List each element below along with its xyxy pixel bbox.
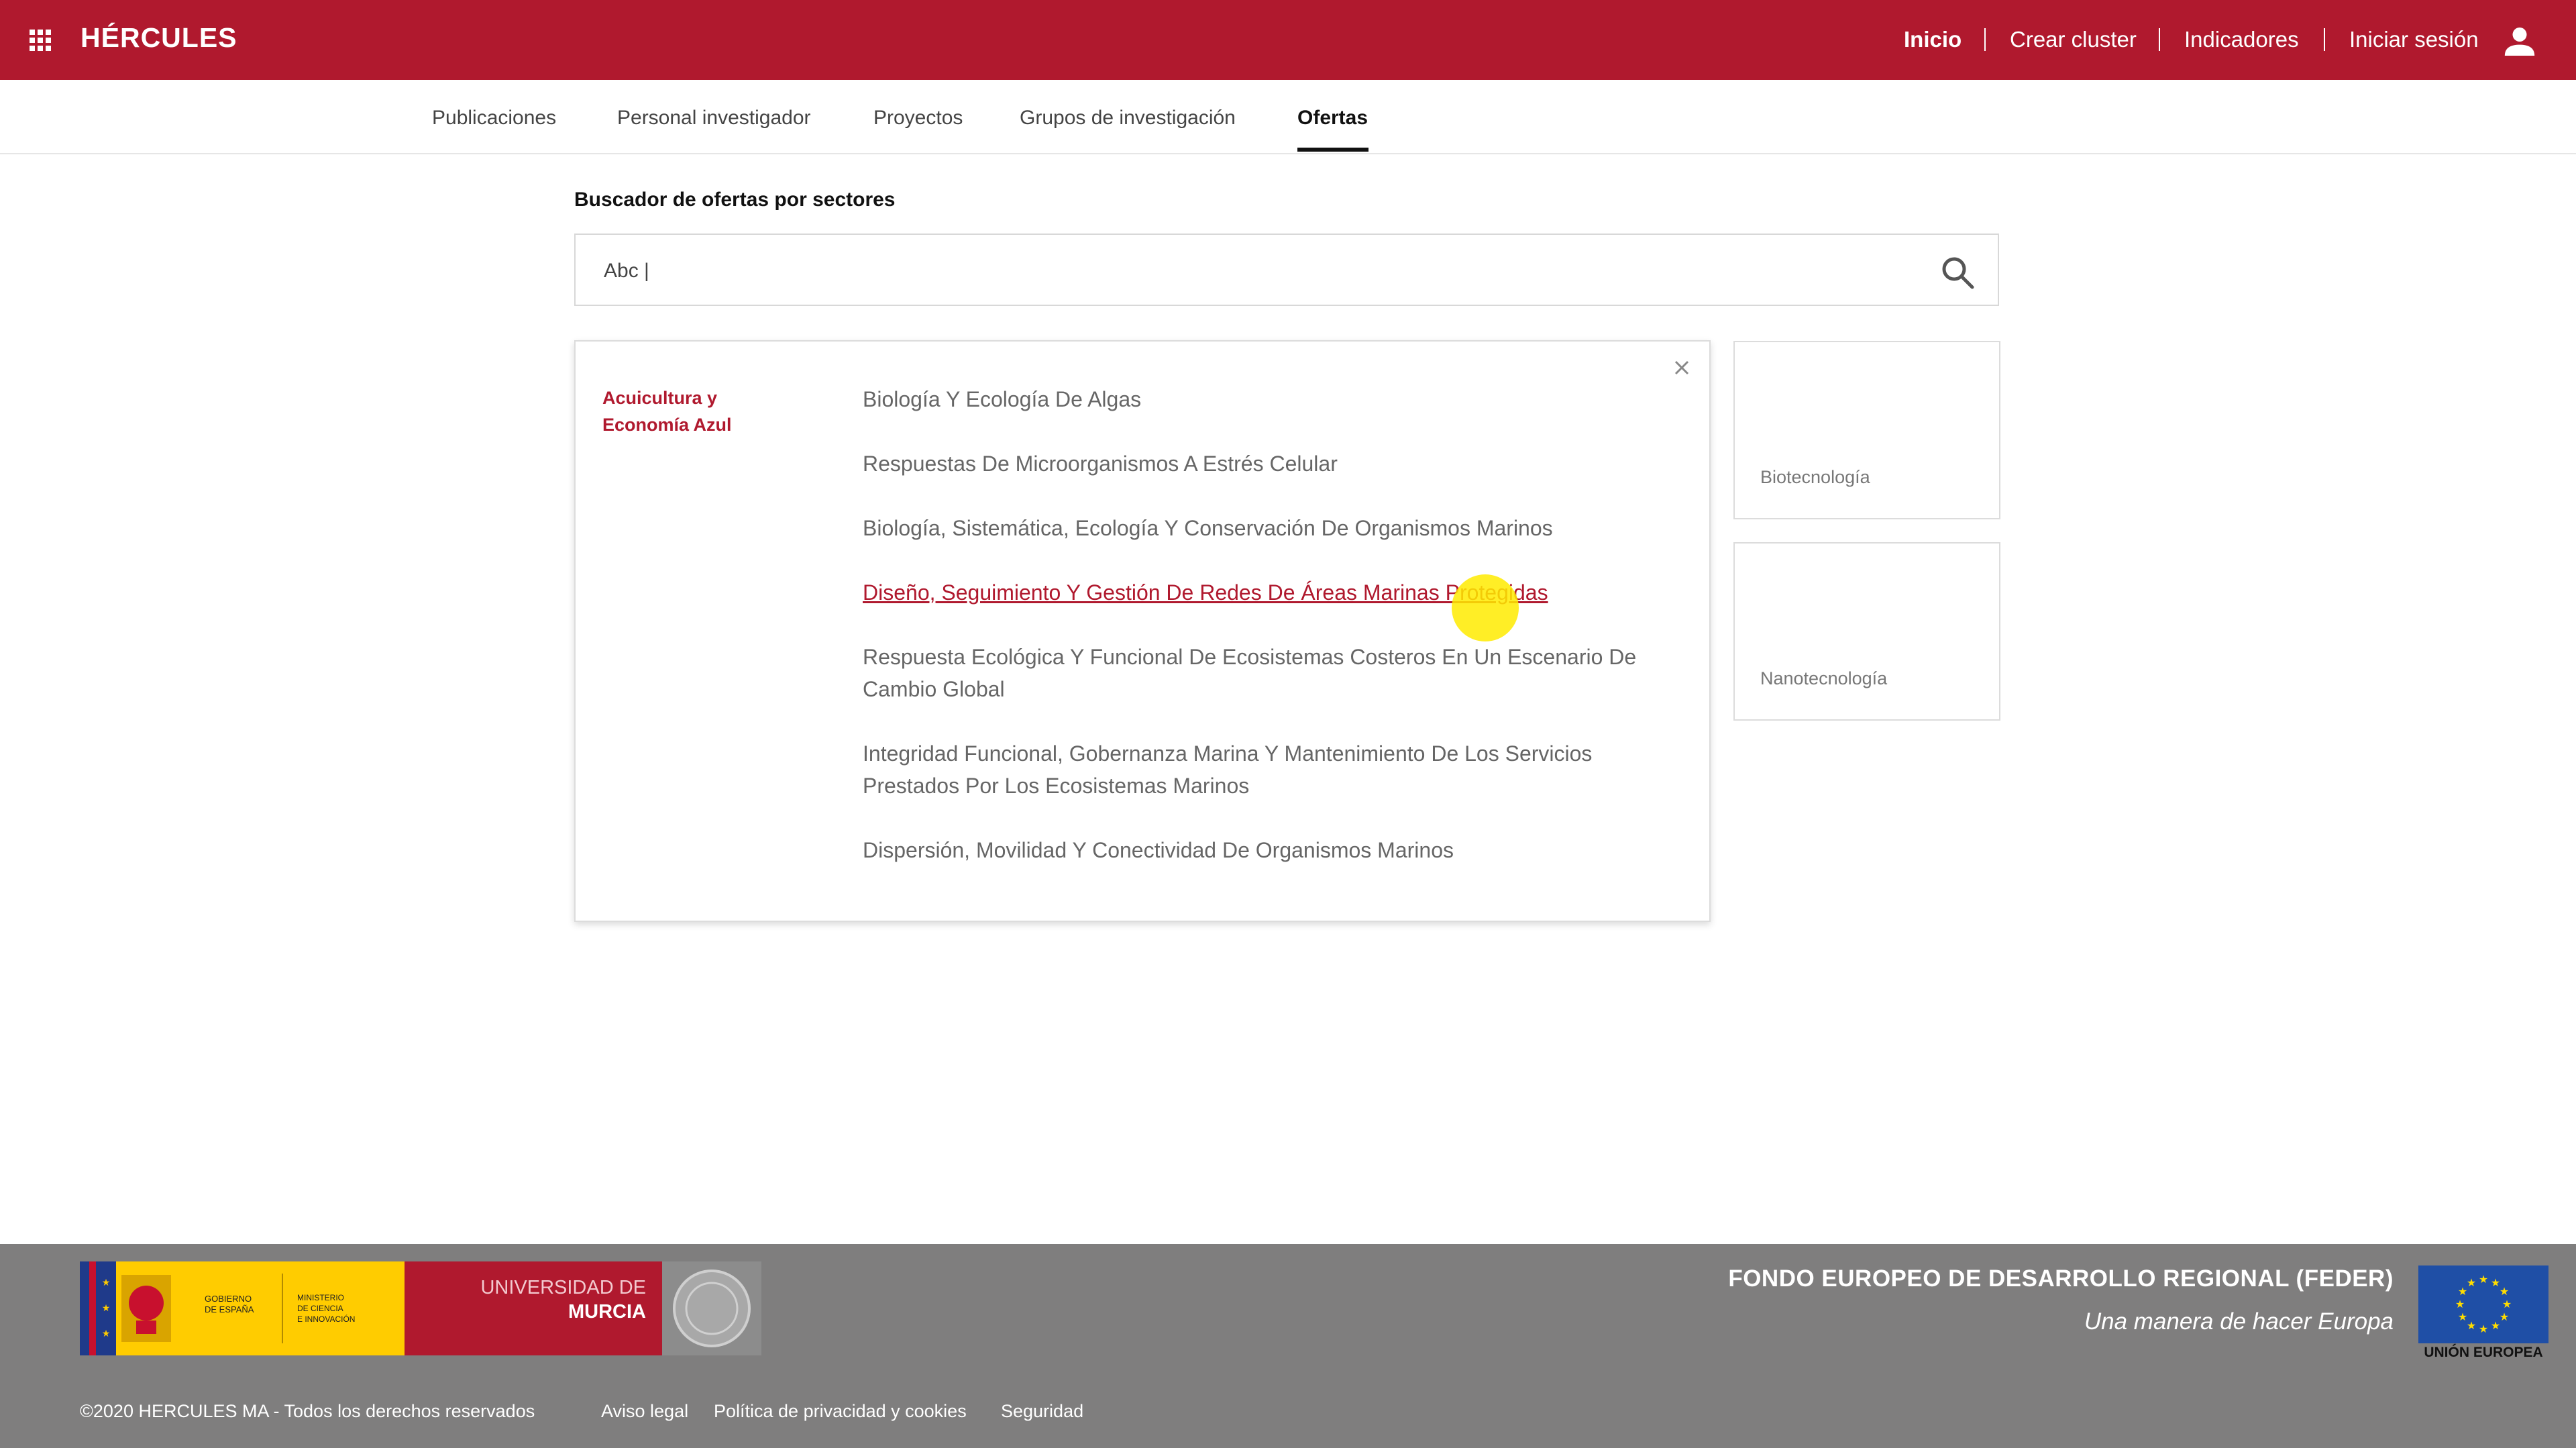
svg-text:★: ★ [2455, 1298, 2465, 1310]
subsector-item[interactable]: Respuestas De Microorganismos A Estrés C… [863, 448, 1668, 480]
svg-text:MURCIA: MURCIA [568, 1301, 646, 1323]
svg-text:★: ★ [2479, 1273, 2488, 1286]
subsector-item-hovered[interactable]: Diseño, Seguimiento Y Gestión De Redes D… [863, 576, 1668, 609]
tab-ofertas[interactable]: Ofertas [1297, 107, 1368, 130]
search-icon[interactable] [1940, 255, 1975, 290]
subsector-item[interactable]: Biología Y Ecología De Algas [863, 383, 1668, 415]
tab-proyectos[interactable]: Proyectos [873, 107, 963, 130]
subsector-item[interactable]: Integridad Funcional, Gobernanza Marina … [863, 737, 1668, 802]
apps-grid-icon[interactable] [28, 28, 52, 52]
svg-text:DE CIENCIA: DE CIENCIA [297, 1304, 343, 1313]
svg-text:★: ★ [2491, 1319, 2500, 1332]
search-title: Buscador de ofertas por sectores [574, 189, 896, 211]
footer-link-privacidad[interactable]: Política de privacidad y cookies [714, 1401, 967, 1422]
nav-separator [1984, 28, 1986, 51]
svg-text:★: ★ [2467, 1276, 2476, 1289]
svg-text:★: ★ [2467, 1319, 2476, 1332]
footer-link-seguridad[interactable]: Seguridad [1001, 1401, 1083, 1422]
feder-subtitle: Una manera de hacer Europa [2084, 1308, 2394, 1335]
top-bar: HÉRCULES Inicio Crear cluster Indicadore… [0, 0, 2576, 80]
nav-separator [2159, 28, 2160, 51]
tab-grupos-investigacion[interactable]: Grupos de investigación [1020, 107, 1236, 130]
user-icon[interactable] [2501, 23, 2538, 60]
subsector-item[interactable]: Biología, Sistemática, Ecología Y Conser… [863, 512, 1668, 544]
close-icon[interactable] [1672, 358, 1692, 378]
brand-logo-text[interactable]: HÉRCULES [80, 22, 237, 54]
svg-text:★: ★ [2500, 1310, 2509, 1323]
subsector-item[interactable]: Respuesta Ecológica Y Funcional De Ecosi… [863, 641, 1668, 705]
nav-separator [2324, 28, 2325, 51]
svg-text:E INNOVACIÓN: E INNOVACIÓN [297, 1314, 355, 1324]
sector-dropdown-panel: Acuicultura y Economía Azul Biología Y E… [574, 340, 1711, 922]
subsector-item[interactable]: Dispersión, Movilidad Y Conectividad De … [863, 834, 1668, 866]
svg-text:★: ★ [102, 1328, 111, 1339]
sector-card-label: Biotecnología [1760, 467, 1870, 487]
svg-text:★: ★ [2479, 1323, 2488, 1335]
svg-text:DE ESPAÑA: DE ESPAÑA [205, 1304, 254, 1314]
footer: ★ ★ ★ GOBIERNO DE ESPAÑA MINISTERIO DE C… [0, 1244, 2576, 1448]
feder-title: FONDO EUROPEO DE DESARROLLO REGIONAL (FE… [1728, 1265, 2394, 1292]
subsector-list: Biología Y Ecología De Algas Respuestas … [863, 383, 1668, 898]
section-tabs: Publicaciones Personal investigador Proy… [0, 80, 2576, 154]
sector-card-label: Nanotecnología [1760, 668, 1888, 688]
svg-text:★: ★ [2502, 1298, 2512, 1310]
ministerio-logo: MINISTERIO [297, 1293, 344, 1302]
search-input[interactable] [602, 255, 1880, 287]
gobierno-logo: GOBIERNO [205, 1294, 252, 1304]
search-box [574, 234, 1999, 306]
active-tab-indicator [1297, 148, 1368, 152]
sector-card-nanotecnologia[interactable]: Nanotecnología [1733, 542, 2000, 721]
institution-logos: ★ ★ ★ GOBIERNO DE ESPAÑA MINISTERIO DE C… [80, 1261, 761, 1355]
tab-publicaciones[interactable]: Publicaciones [432, 107, 556, 130]
tab-personal-investigador[interactable]: Personal investigador [617, 107, 811, 130]
svg-text:★: ★ [2458, 1310, 2467, 1323]
sector-card-biotecnologia[interactable]: Biotecnología [1733, 341, 2000, 519]
svg-text:★: ★ [102, 1277, 111, 1288]
eu-flag-icon: ★ ★★ ★★★ ★★★ ★★★ [2418, 1265, 2548, 1343]
svg-text:★: ★ [102, 1302, 111, 1313]
universidad-logo: UNIVERSIDAD DE [480, 1277, 646, 1298]
sector-name[interactable]: Acuicultura y Economía Azul [602, 384, 777, 438]
copyright-text: ©2020 HERCULES MA - Todos los derechos r… [80, 1401, 535, 1421]
svg-text:★: ★ [2500, 1285, 2509, 1298]
eu-label: UNIÓN EUROPEA [2424, 1345, 2543, 1360]
footer-link-aviso-legal[interactable]: Aviso legal [601, 1401, 688, 1422]
mouse-cursor-highlight [1452, 574, 1519, 641]
